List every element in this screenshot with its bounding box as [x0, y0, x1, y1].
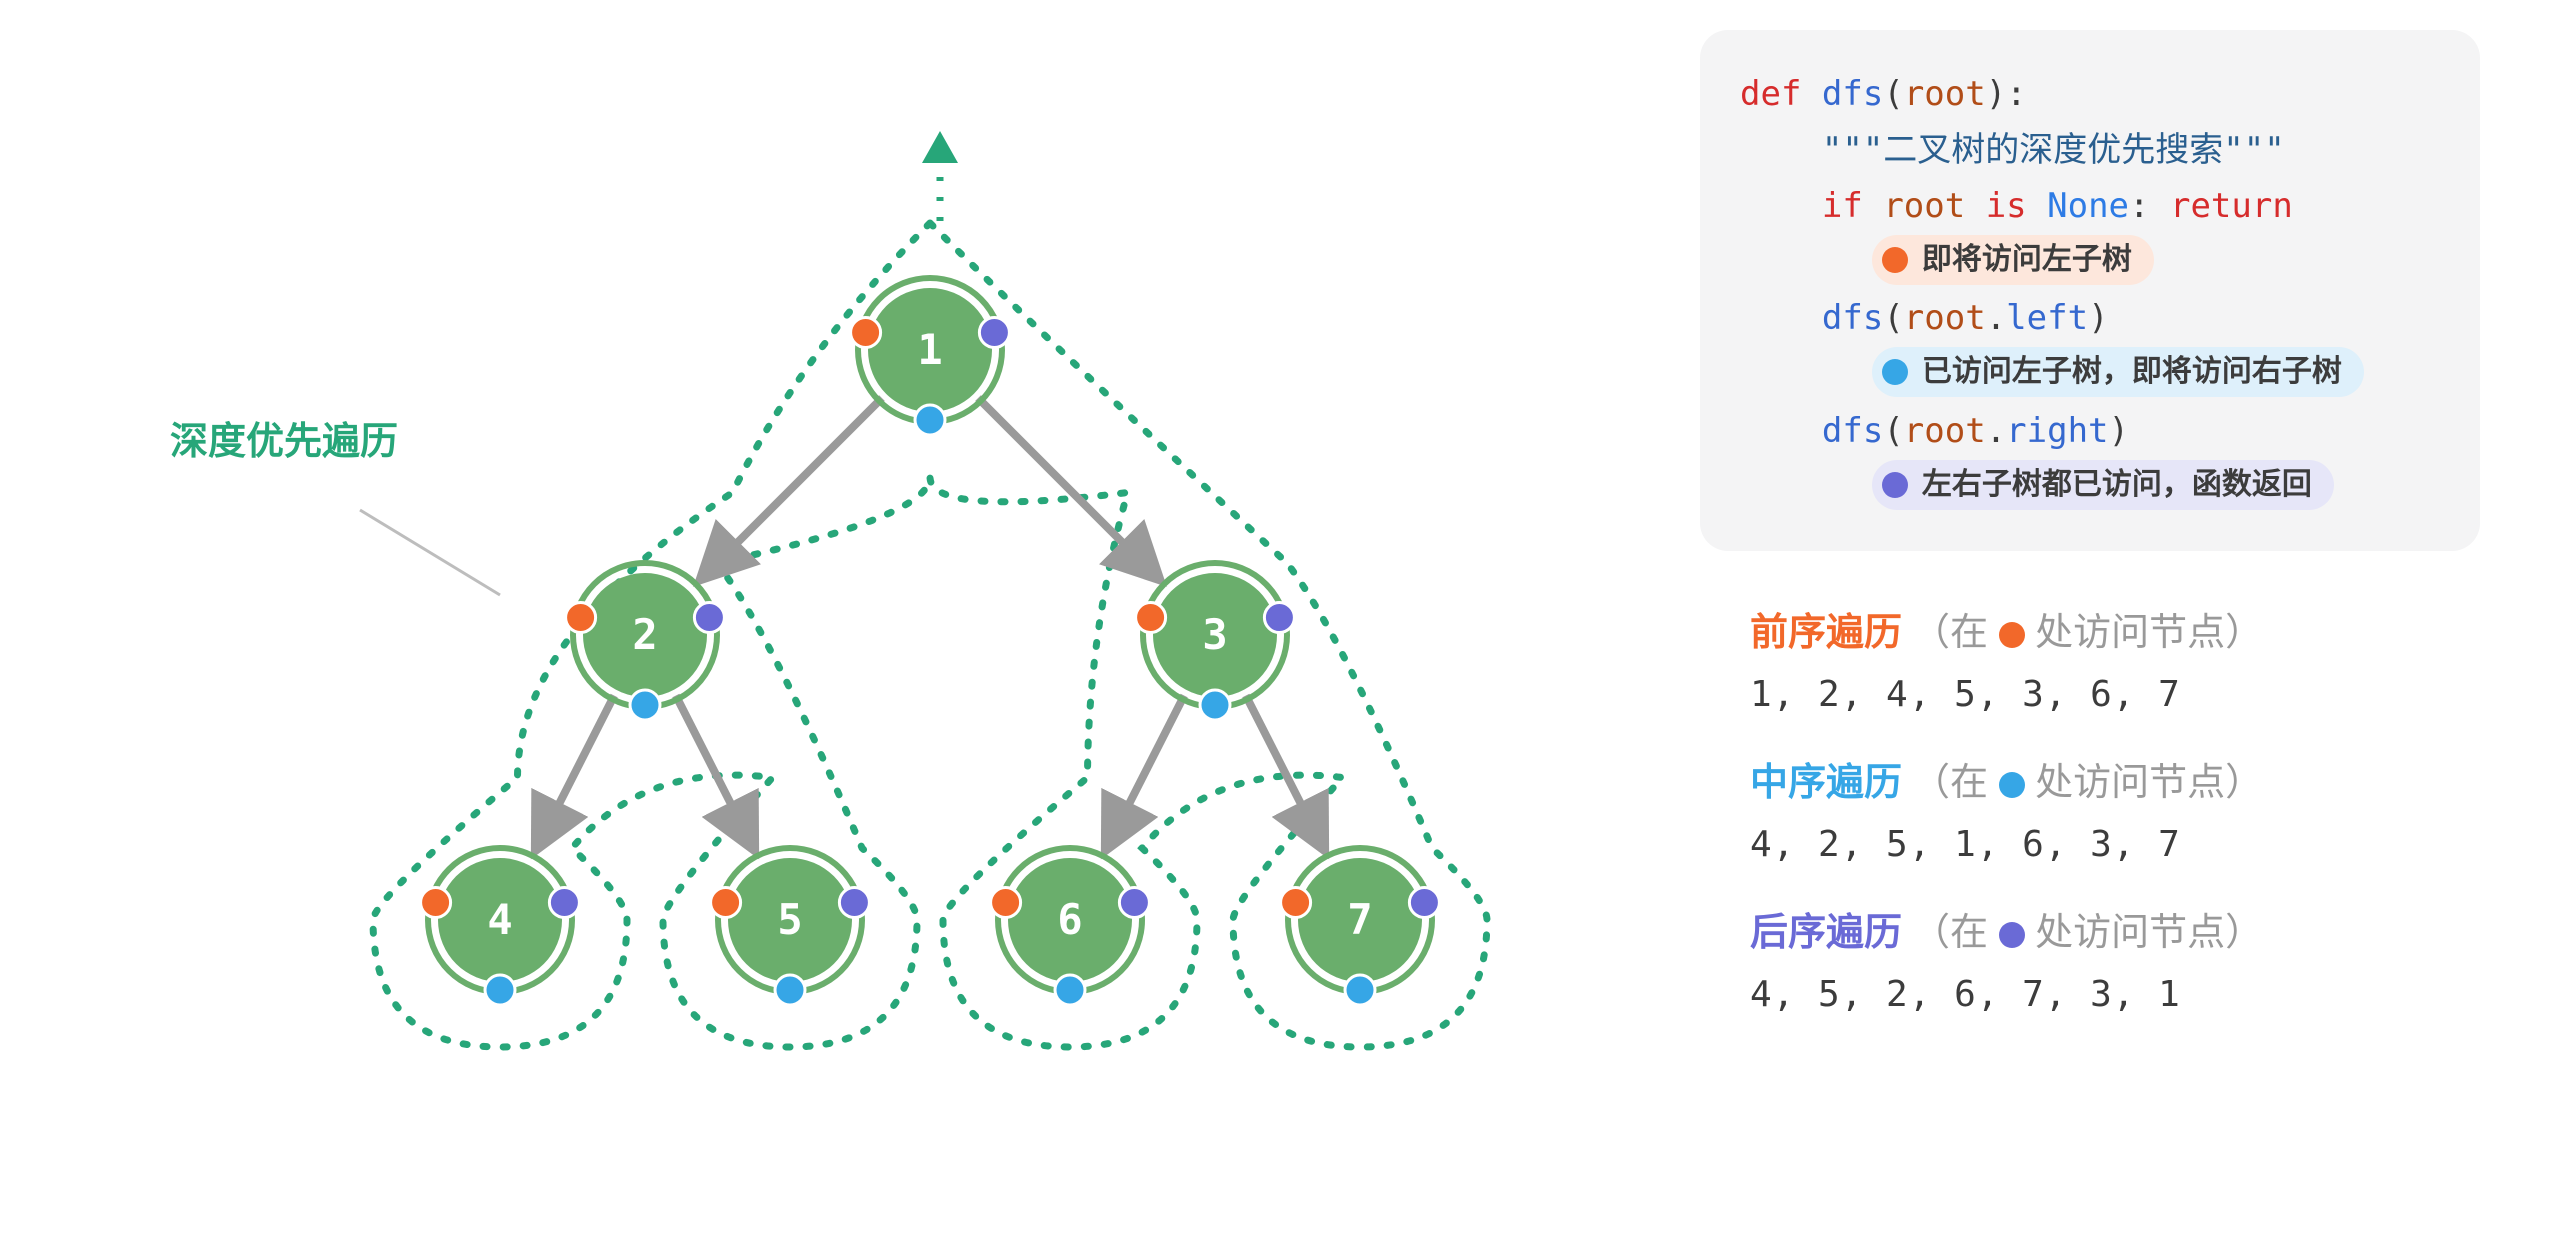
tree-edge [978, 398, 1161, 581]
tree-node: 3 [1136, 563, 1295, 720]
traversal-hint: （在 处访问节点） [1912, 901, 2263, 956]
tree-edge [699, 398, 882, 581]
tree-node-label: 3 [1202, 610, 1227, 659]
pill-preorder: 即将访问左子树 [1872, 235, 2154, 285]
code-line-pill-pre: 即将访问左子树 [1740, 234, 2440, 290]
right-panel: def dfs(root): """二叉树的深度优先搜索""" if root … [1700, 30, 2480, 1051]
preorder-marker-icon [991, 888, 1021, 918]
tree-node-label: 1 [917, 325, 942, 374]
traversal-title: 中序遍历 [1750, 751, 1902, 806]
tree-edge [676, 696, 756, 853]
inorder-marker-icon [1345, 975, 1375, 1005]
postorder-marker-icon [1409, 888, 1439, 918]
traversal-title: 前序遍历 [1750, 601, 1902, 656]
traversal-list: 前序遍历 （在 处访问节点） 1, 2, 4, 5, 3, 6, 7 中序遍历 … [1700, 601, 2480, 1015]
dot-icon [1882, 247, 1908, 273]
tree-edge [1246, 696, 1326, 853]
dot-icon [1999, 922, 2025, 948]
inorder-marker-icon [630, 690, 660, 720]
inorder-marker-icon [915, 405, 945, 435]
postorder-marker-icon [549, 888, 579, 918]
tree-node-label: 7 [1347, 895, 1372, 944]
inorder-marker-icon [775, 975, 805, 1005]
preorder-marker-icon [566, 603, 596, 633]
code-line-call-right: dfs(root.right) [1740, 403, 2440, 459]
preorder-marker-icon [711, 888, 741, 918]
pill-postorder: 左右子树都已访问，函数返回 [1872, 460, 2334, 510]
postorder-marker-icon [839, 888, 869, 918]
code-line-if: if root is None: return [1740, 178, 2440, 234]
traversal-postorder: 后序遍历 （在 处访问节点） 4, 5, 2, 6, 7, 3, 1 [1750, 901, 2480, 1015]
inorder-marker-icon [1200, 690, 1230, 720]
label-pointer-line [360, 510, 500, 595]
code-card: def dfs(root): """二叉树的深度优先搜索""" if root … [1700, 30, 2480, 551]
postorder-marker-icon [1264, 603, 1294, 633]
tree-diagram: 1 2 3 4 5 6 7 深度优先遍历 [60, 40, 1560, 1200]
inorder-marker-icon [485, 975, 515, 1005]
traversal-sequence: 4, 5, 2, 6, 7, 3, 1 [1750, 974, 2480, 1015]
dot-icon [1999, 622, 2025, 648]
inorder-marker-icon [1055, 975, 1085, 1005]
diagram-label: 深度优先遍历 [170, 410, 398, 465]
traversal-sequence: 4, 2, 5, 1, 6, 3, 7 [1750, 824, 2480, 865]
code-line-def: def dfs(root): [1740, 66, 2440, 122]
code-line-call-left: dfs(root.left) [1740, 290, 2440, 346]
preorder-marker-icon [421, 888, 451, 918]
dot-icon [1882, 359, 1908, 385]
code-line-pill-in: 已访问左子树，即将访问右子树 [1740, 346, 2440, 402]
traversal-sequence: 1, 2, 4, 5, 3, 6, 7 [1750, 674, 2480, 715]
preorder-marker-icon [851, 318, 881, 348]
postorder-marker-icon [1119, 888, 1149, 918]
tree-node: 5 [711, 848, 870, 1005]
tree-node-label: 2 [632, 610, 657, 659]
dfs-return-arrow-head-icon [922, 131, 958, 163]
traversal-title: 后序遍历 [1750, 901, 1902, 956]
tree-node-label: 4 [487, 895, 512, 944]
tree-edge [534, 696, 614, 853]
dot-icon [1999, 772, 2025, 798]
traversal-preorder: 前序遍历 （在 处访问节点） 1, 2, 4, 5, 3, 6, 7 [1750, 601, 2480, 715]
tree-node-label: 5 [777, 895, 802, 944]
tree-node-label: 6 [1057, 895, 1082, 944]
traversal-inorder: 中序遍历 （在 处访问节点） 4, 2, 5, 1, 6, 3, 7 [1750, 751, 2480, 865]
postorder-marker-icon [979, 318, 1009, 348]
preorder-marker-icon [1136, 603, 1166, 633]
tree-node: 4 [421, 848, 580, 1005]
pill-inorder: 已访问左子树，即将访问右子树 [1872, 347, 2364, 397]
tree-edge [1104, 696, 1184, 853]
postorder-marker-icon [694, 603, 724, 633]
tree-node: 2 [566, 563, 725, 720]
tree-node: 1 [851, 278, 1010, 435]
tree-svg: 1 2 3 4 5 6 7 [60, 40, 1560, 1200]
canvas: 1 2 3 4 5 6 7 深度优先遍历 def dfs(root): """二叉树的深度优… [0, 0, 2556, 1254]
dot-icon [1882, 472, 1908, 498]
tree-node: 7 [1281, 848, 1440, 1005]
code-line-doc: """二叉树的深度优先搜索""" [1740, 122, 2440, 178]
preorder-marker-icon [1281, 888, 1311, 918]
traversal-hint: （在 处访问节点） [1912, 751, 2263, 806]
tree-node: 6 [991, 848, 1150, 1005]
traversal-hint: （在 处访问节点） [1912, 601, 2263, 656]
code-line-pill-post: 左右子树都已访问，函数返回 [1740, 459, 2440, 515]
